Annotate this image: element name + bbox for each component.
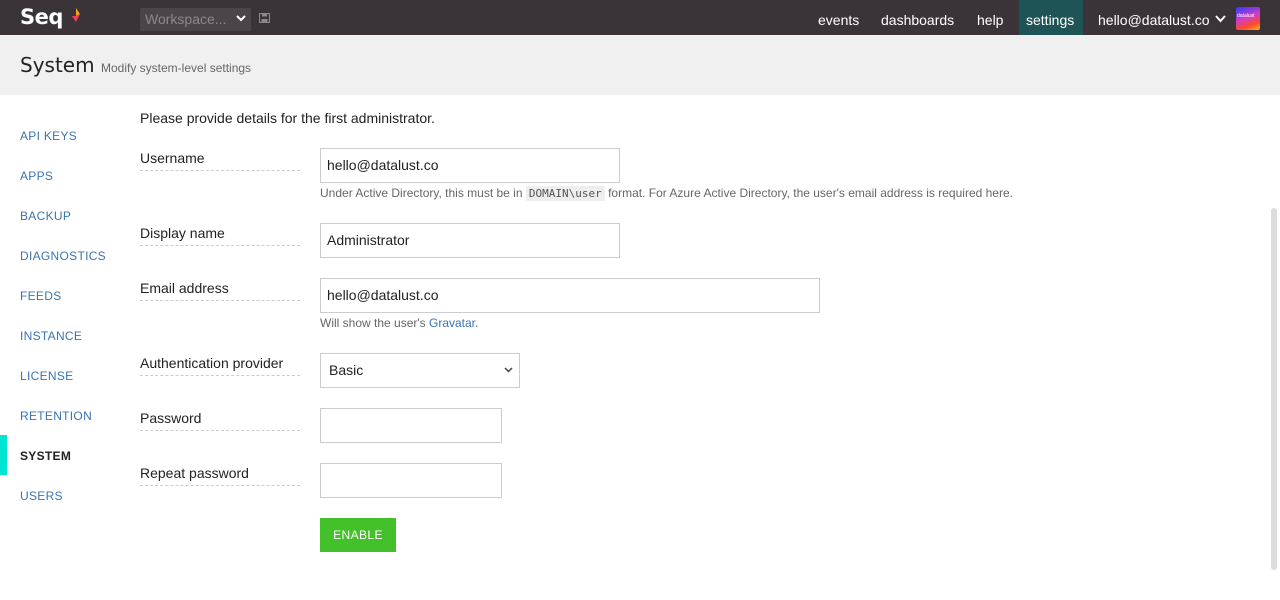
active-item-marker	[0, 435, 7, 475]
form-intro: Please provide details for the first adm…	[140, 110, 435, 126]
top-bar: Seq Workspace... events dashboards help …	[0, 0, 1280, 35]
username-help-code: DOMAIN\user	[525, 186, 605, 201]
auth-provider-select[interactable]: Basic	[320, 353, 520, 388]
password-label: Password	[140, 410, 300, 431]
sidebar-item-apps[interactable]: APPS	[20, 169, 53, 183]
auth-provider-value: Basic	[329, 362, 364, 378]
sidebar-item-license[interactable]: LICENSE	[20, 369, 73, 383]
sidebar-item-users[interactable]: USERS	[20, 489, 63, 503]
sidebar-item-instance[interactable]: INSTANCE	[20, 329, 82, 343]
password-input[interactable]	[320, 408, 502, 443]
chevron-down-icon	[236, 15, 246, 22]
username-help: Under Active Directory, this must be in …	[320, 186, 1013, 201]
user-email: hello@datalust.co	[1098, 12, 1210, 28]
email-input[interactable]: hello@datalust.co	[320, 278, 820, 313]
nav-events[interactable]: events	[811, 0, 866, 35]
username-input[interactable]: hello@datalust.co	[320, 148, 620, 183]
auth-provider-label: Authentication provider	[140, 355, 300, 376]
chevron-down-icon	[1215, 15, 1226, 23]
display-name-label: Display name	[140, 225, 300, 246]
enable-button[interactable]: ENABLE	[320, 518, 396, 552]
sidebar-item-diagnostics[interactable]: DIAGNOSTICS	[20, 249, 106, 263]
page-subtitle: Modify system-level settings	[101, 61, 252, 75]
seq-logo-flame-icon	[72, 8, 80, 22]
page-header: System Modify system-level settings	[0, 35, 1280, 95]
gravatar-link[interactable]: Gravatar	[429, 316, 475, 330]
chevron-down-icon	[504, 367, 513, 373]
email-label: Email address	[140, 280, 300, 301]
sidebar-item-backup[interactable]: BACKUP	[20, 209, 71, 223]
nav-settings[interactable]: settings	[1019, 0, 1083, 35]
page-scrollbar[interactable]	[1271, 208, 1277, 570]
save-workspace-icon[interactable]	[259, 13, 270, 23]
username-label: Username	[140, 150, 300, 171]
username-help-pre: Under Active Directory, this must be in	[320, 186, 523, 200]
nav-dashboards[interactable]: dashboards	[874, 0, 961, 35]
sidebar-item-feeds[interactable]: FEEDS	[20, 289, 62, 303]
seq-logo[interactable]: Seq	[20, 5, 63, 29]
avatar-text: datalust	[1237, 13, 1255, 19]
repeat-password-label: Repeat password	[140, 465, 300, 486]
workspace-select[interactable]: Workspace...	[140, 8, 251, 31]
workspace-label: Workspace...	[145, 11, 227, 27]
email-help: Will show the user's Gravatar.	[320, 316, 478, 330]
email-help-post: .	[475, 316, 479, 330]
sidebar-item-retention[interactable]: RETENTION	[20, 409, 92, 423]
page-title: System	[20, 53, 95, 77]
username-help-post: format. For Azure Active Directory, the …	[608, 186, 1013, 200]
display-name-input[interactable]: Administrator	[320, 223, 620, 258]
repeat-password-input[interactable]	[320, 463, 502, 498]
sidebar-item-system[interactable]: SYSTEM	[20, 449, 71, 463]
email-help-pre: Will show the user's	[320, 316, 426, 330]
avatar[interactable]: datalust	[1236, 7, 1260, 30]
nav-help[interactable]: help	[970, 0, 1010, 35]
sidebar-item-api-keys[interactable]: API KEYS	[20, 129, 77, 143]
user-menu[interactable]: hello@datalust.co	[1098, 0, 1226, 35]
